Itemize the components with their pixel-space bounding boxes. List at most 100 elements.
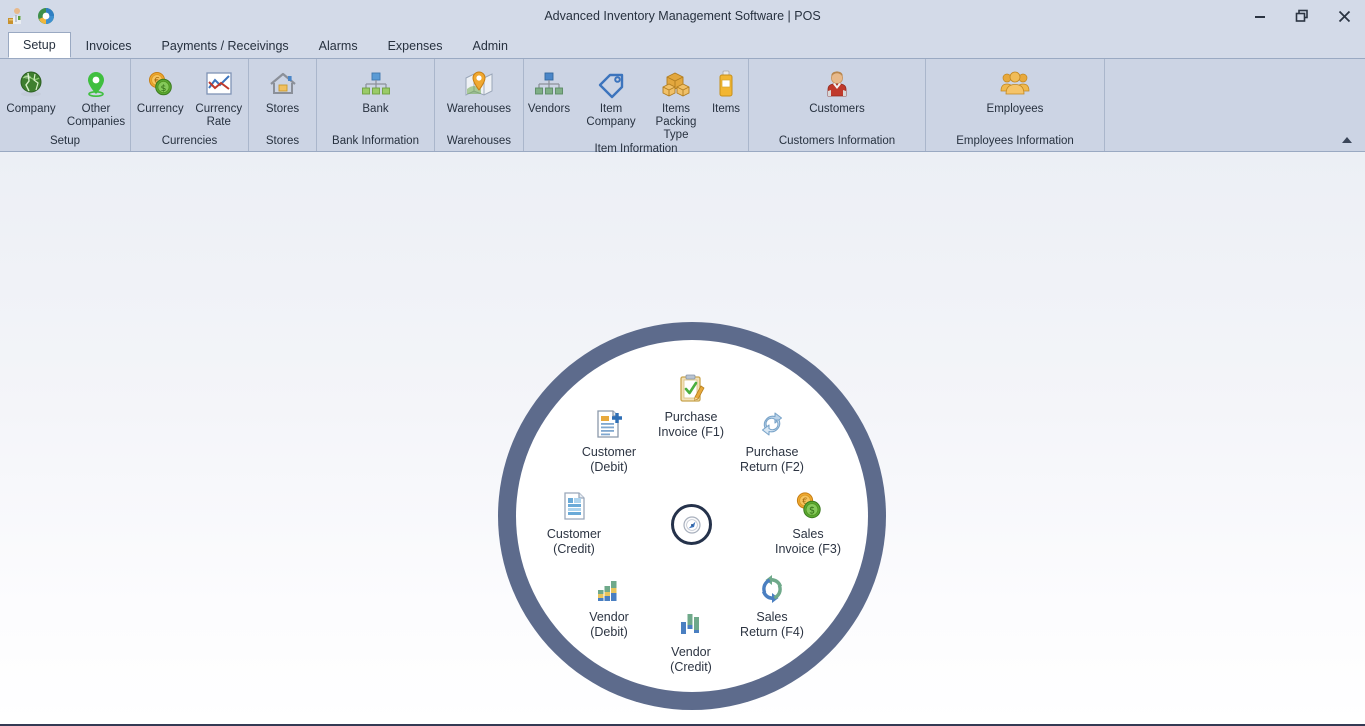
ribbon-button-label: Items: [712, 103, 740, 116]
main-canvas: Purchase Invoice (F1) Purchase Return (F…: [0, 152, 1365, 724]
tab-label: Setup: [23, 38, 56, 52]
ribbon-group-title: Bank Information: [317, 131, 434, 151]
ribbon-button-label: Currency: [137, 103, 184, 116]
wheel-item-label: Customer (Credit): [547, 527, 601, 558]
tab-label: Payments / Receivings: [162, 39, 289, 53]
recycle-arrows-icon: [755, 407, 789, 441]
ribbon-group-item-information: Vendors Item Company: [524, 59, 749, 151]
ribbon-group-warehouses: Warehouses Warehouses: [435, 59, 524, 151]
wheel-item-vendor-debit[interactable]: Vendor (Debit): [554, 572, 664, 641]
wheel-item-customer-debit[interactable]: Customer (Debit): [554, 407, 664, 476]
people-group-icon: [999, 68, 1031, 100]
ribbon-button-employees[interactable]: Employees: [980, 65, 1051, 117]
ribbon-group-title: Currencies: [131, 131, 248, 151]
minimize-button[interactable]: [1239, 0, 1281, 32]
ribbon-button-other-companies[interactable]: Other Companies: [62, 65, 130, 130]
tab-label: Alarms: [319, 39, 358, 53]
tab-alarms[interactable]: Alarms: [304, 32, 373, 58]
ribbon-group-title: Stores: [249, 131, 316, 151]
ribbon-button-currency[interactable]: € $ Currency: [131, 65, 190, 117]
ribbon-button-currency-rate[interactable]: Currency Rate: [190, 65, 249, 130]
tab-label: Admin: [472, 39, 507, 53]
map-location-icon: [463, 68, 495, 100]
tab-label: Expenses: [388, 39, 443, 53]
ribbon-button-label: Employees: [987, 103, 1044, 116]
coins-icon: € $: [791, 489, 825, 523]
ribbon-button-label: Items Packing Type: [655, 103, 697, 142]
ribbon-button-label: Stores: [266, 103, 299, 116]
ribbon-button-warehouses[interactable]: Warehouses: [439, 65, 519, 117]
svg-text:$: $: [809, 506, 815, 517]
customer-person-icon: [821, 68, 853, 100]
wheel-item-customer-credit[interactable]: Customer (Credit): [519, 489, 629, 558]
user-profile-icon[interactable]: [6, 6, 26, 26]
ribbon-button-label: Customers: [809, 103, 865, 116]
ribbon-group-currencies: € $ Currency Currency Rate: [131, 59, 249, 151]
bar-chart-blue-icon: [674, 607, 708, 641]
ribbon-button-items-packing-type[interactable]: Items Packing Type: [648, 65, 704, 143]
ribbon-button-label: Currency Rate: [195, 103, 242, 129]
ribbon-button-item-company[interactable]: Item Company: [574, 65, 648, 130]
globe-icon: [15, 68, 47, 100]
ribbon-group-stores: Stores Stores: [249, 59, 317, 151]
boxes-icon: [660, 68, 692, 100]
ribbon-group-title: Warehouses: [435, 131, 523, 151]
ribbon-button-customers[interactable]: Customers: [802, 65, 872, 117]
wheel-item-purchase-return[interactable]: Purchase Return (F2): [717, 407, 827, 476]
ribbon-group-title: Setup: [0, 131, 130, 151]
ribbon-tabs: Setup Invoices Payments / Receivings Ala…: [0, 32, 1365, 58]
hierarchy-icon: [360, 68, 392, 100]
ribbon-button-label: Item Company: [581, 103, 641, 129]
close-button[interactable]: [1323, 0, 1365, 32]
quick-access-toolbar: [0, 6, 56, 26]
ribbon-button-company[interactable]: Company: [0, 65, 62, 117]
title-bar: Advanced Inventory Management Software |…: [0, 0, 1365, 32]
tab-label: Invoices: [86, 39, 132, 53]
ribbon-button-label: Bank: [362, 103, 388, 116]
wheel-item-sales-invoice[interactable]: € $ Sales Invoice (F3): [753, 489, 863, 558]
wheel-item-label: Purchase Return (F2): [740, 445, 804, 476]
clipboard-check-icon: [674, 372, 708, 406]
document-blue-icon: [557, 489, 591, 523]
ribbon-group-bank-information: Bank Bank Information: [317, 59, 435, 151]
hub-compass-button[interactable]: [671, 504, 712, 545]
stacked-bar-icon: [592, 572, 626, 606]
ribbon-button-label: Vendors: [528, 103, 570, 116]
tag-icon: [595, 68, 627, 100]
window-controls: [1239, 0, 1365, 32]
hierarchy-icon: [533, 68, 565, 100]
ribbon-collapse-icon[interactable]: [1339, 132, 1355, 148]
ribbon-button-items[interactable]: Items: [704, 65, 748, 117]
ribbon-empty-area: [1105, 59, 1365, 151]
restore-button[interactable]: [1281, 0, 1323, 32]
ribbon-button-stores[interactable]: Stores: [256, 65, 310, 117]
document-add-icon: [592, 407, 626, 441]
tab-expenses[interactable]: Expenses: [373, 32, 458, 58]
svg-text:$: $: [161, 84, 167, 94]
map-pin-icon: [80, 68, 112, 100]
wheel-item-label: Sales Invoice (F3): [775, 527, 841, 558]
ribbon-group-title: Employees Information: [926, 131, 1104, 151]
tab-setup[interactable]: Setup: [8, 32, 71, 58]
wheel-item-label: Vendor (Credit): [670, 645, 712, 676]
ribbon-button-bank[interactable]: Bank: [349, 65, 403, 117]
house-icon: [267, 68, 299, 100]
wheel-item-label: Customer (Debit): [582, 445, 636, 476]
bottle-icon: [710, 68, 742, 100]
wheel-item-label: Purchase Invoice (F1): [658, 410, 724, 441]
ribbon-button-vendors[interactable]: Vendors: [524, 65, 574, 117]
ribbon-button-label: Company: [6, 103, 55, 116]
ribbon-button-label: Other Companies: [67, 103, 125, 129]
coins-icon: € $: [144, 68, 176, 100]
ribbon-group-employees-information: Employees Employees Information: [926, 59, 1105, 151]
tab-admin[interactable]: Admin: [457, 32, 522, 58]
line-chart-icon: [203, 68, 235, 100]
ribbon-toolbar: Company Other Companies Setup: [0, 58, 1365, 152]
ribbon-group-customers-information: Customers Customers Information: [749, 59, 926, 151]
ribbon-button-label: Warehouses: [447, 103, 511, 116]
wheel-item-label: Sales Return (F4): [740, 610, 804, 641]
wheel-item-label: Vendor (Debit): [589, 610, 629, 641]
tab-invoices[interactable]: Invoices: [71, 32, 147, 58]
tab-payments-receivings[interactable]: Payments / Receivings: [147, 32, 304, 58]
reports-chart-icon[interactable]: [36, 6, 56, 26]
